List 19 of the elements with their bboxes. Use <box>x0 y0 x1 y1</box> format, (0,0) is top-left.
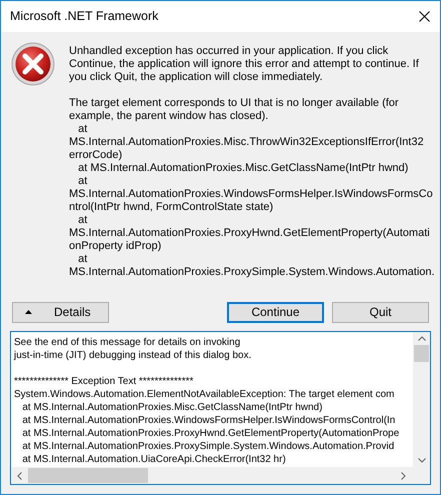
scroll-thumb[interactable] <box>28 468 148 483</box>
caret-up-icon <box>25 310 32 314</box>
scroll-right-icon <box>401 472 406 480</box>
scroll-left-icon <box>17 472 22 480</box>
close-icon <box>418 11 430 22</box>
message-text: The target element corresponds to UI that is no longer available (for example, the parent window has closed). at MS.Internal.AutomationProxies.Misc.ThrowWin32ExceptionsIfError(Int32 errorCode) at MS.Internal.AutomationProxies.Misc.GetClassName(IntPtr hwnd) at MS.Internal.AutomationProxies.WindowsFormsHelper.IsWindowsFormsCo ntrol(IntPtr hwnd, FormControlState state) at MS.Internal.AutomationProxies.ProxyHwnd.GetElementProperty(Automati onProperty idProp) at MS.Internal.AutomationProxies.ProxySimple.System.Windows.Automation. <box>69 97 435 279</box>
error-icon <box>11 42 55 86</box>
scroll-up-icon <box>418 336 426 341</box>
message-text: Unhandled exception has occurred in your application. If you click Continue, the application will ignore this error and attempt to continue. If you click Quit, the application will close immediately. <box>69 45 420 84</box>
continue-button[interactable]: Continue <box>227 302 324 322</box>
details-text: See the end of this message for details on invoking just-in-time (JIT) debugging instead of this dialog box. <box>14 336 252 362</box>
quit-button[interactable]: Quit <box>332 302 429 322</box>
scroll-down-icon <box>418 458 426 463</box>
window-title: Microsoft .NET Framework <box>10 8 158 26</box>
vertical-scrollbar[interactable] <box>413 332 430 467</box>
details-button[interactable]: Details <box>12 302 109 322</box>
horizontal-scrollbar[interactable] <box>11 467 430 484</box>
scroll-thumb[interactable] <box>414 345 429 362</box>
details-text: ************** Exception Text ************** System.Windows.Automation.ElementNotAvailableException: The target element com at MS.Internal.AutomationProxies.Misc.GetClassName(IntPtr hwnd) at MS.Internal.AutomationProxies.WindowsFormsHelper.IsWindowsFormsControl(In at MS.Internal.AutomationProxies.ProxyHwnd.GetElementProperty(AutomationPrope at MS.Internal.AutomationProxies.ProxySimple.System.Windows.Automation.Provid at MS.Internal.Automation.UiaCoreApi.CheckError(Int32 hr) <box>14 375 400 466</box>
